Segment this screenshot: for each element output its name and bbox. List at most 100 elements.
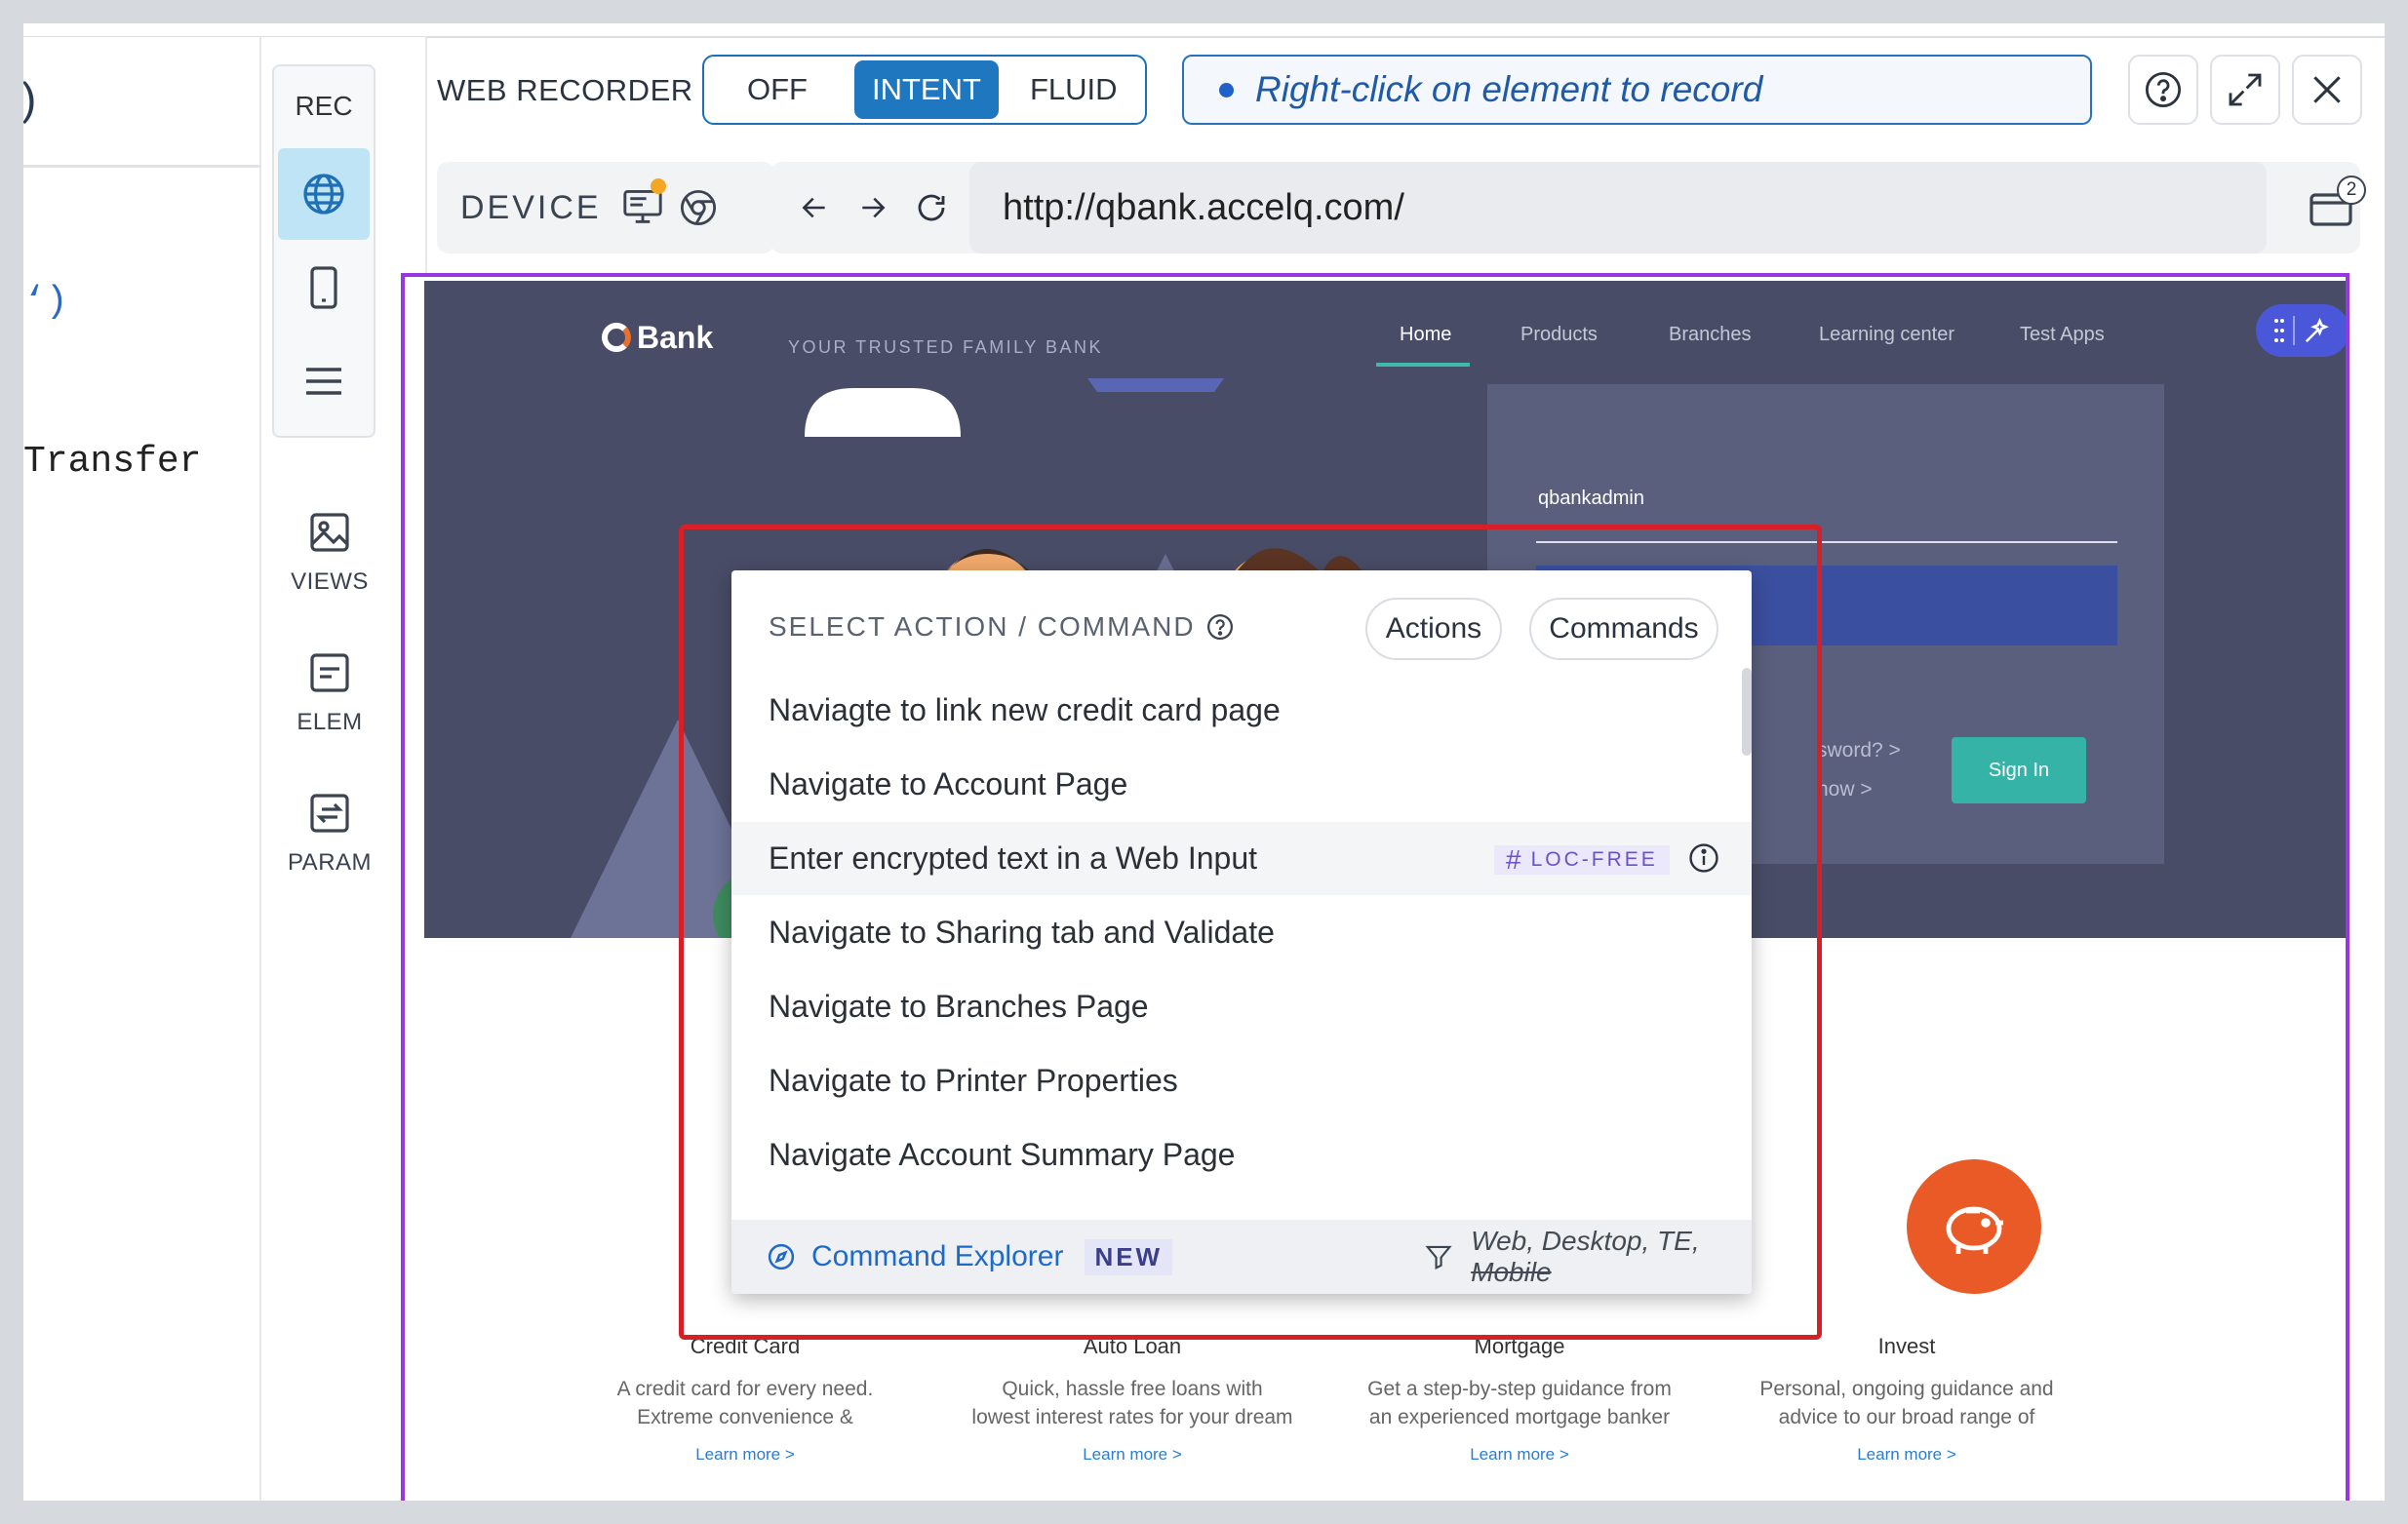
help-icon — [2145, 71, 2182, 108]
actions-filter-button[interactable]: Actions — [1365, 598, 1502, 660]
popup-footer: Command Explorer NEW Web, Desktop, TE, M… — [731, 1220, 1752, 1294]
popup-title: SELECT ACTION / COMMAND — [769, 611, 1196, 642]
help-button[interactable] — [2128, 55, 2198, 125]
new-badge: NEW — [1085, 1238, 1173, 1275]
accelq-extension-widget[interactable] — [2256, 304, 2346, 357]
forward-button[interactable] — [849, 183, 897, 232]
expand-icon — [2229, 73, 2262, 106]
web-mode-button[interactable] — [278, 148, 370, 240]
forgot-password-link[interactable]: sword? > — [1817, 739, 1901, 762]
reload-icon — [918, 194, 945, 221]
command-item[interactable]: Navigate to Sharing tab and Validate — [731, 896, 1752, 969]
device-selector[interactable]: DEVICE — [437, 162, 774, 254]
record-hint-text: Right-click on element to record — [1255, 69, 1763, 109]
command-item[interactable]: Navigate Account Summary Page — [731, 1118, 1752, 1192]
reload-button[interactable] — [907, 183, 956, 232]
command-item[interactable]: Navigate to Branches Page — [731, 970, 1752, 1043]
command-item[interactable]: Naviagte to link new credit card page — [731, 674, 1752, 747]
command-explorer-link[interactable]: Command Explorer — [811, 1240, 1063, 1273]
record-hint-banner: Right-click on element to record — [1182, 55, 2092, 125]
views-label: VIEWS — [291, 568, 369, 595]
mode-off[interactable]: OFF — [730, 60, 825, 119]
feature-description: Quick, hassle free loans with lowest int… — [971, 1378, 1293, 1428]
views-button[interactable]: VIEWS — [281, 509, 378, 596]
feature-description: A credit card for every need. Extreme co… — [616, 1378, 874, 1428]
code-editor-panel: ) ‘) Transfer — [23, 37, 261, 1501]
piggy-bank-icon — [1907, 1159, 2041, 1294]
notification-dot — [650, 177, 666, 194]
command-item[interactable]: Navigate to Printer Properties — [731, 1044, 1752, 1117]
learn-more-link[interactable]: Learn more > — [1359, 1445, 1680, 1465]
drag-handle-icon — [2274, 319, 2284, 342]
username-field[interactable]: qbankadmin — [1538, 488, 1644, 510]
chrome-icon[interactable] — [678, 187, 719, 228]
rec-label: REC — [295, 91, 353, 121]
mode-intent[interactable]: INTENT — [854, 60, 999, 119]
compass-icon — [768, 1243, 795, 1270]
elements-button[interactable]: ELEM — [281, 649, 378, 736]
nav-home[interactable]: Home — [1400, 324, 1451, 346]
learn-more-link[interactable]: Learn more > — [1746, 1445, 2068, 1465]
feature-description: Personal, ongoing guidance and advice to… — [1759, 1378, 2054, 1428]
feature-mortgage: Mortgage Get a step-by-step guidance fro… — [1359, 1334, 1680, 1465]
param-label: PARAM — [287, 849, 373, 876]
platform-filter[interactable]: Web, Desktop, TE, Mobile — [1424, 1220, 1752, 1294]
nav-active-underline — [1376, 363, 1470, 367]
menu-button[interactable] — [278, 335, 370, 427]
back-button[interactable] — [790, 183, 839, 232]
code-header-icon: ) — [23, 72, 36, 125]
feature-auto-loan: Auto Loan Quick, hassle free loans with … — [971, 1334, 1293, 1465]
help-icon[interactable] — [1205, 612, 1235, 642]
nav-branches[interactable]: Branches — [1669, 324, 1752, 346]
tab-count-badge: 2 — [2337, 176, 2366, 205]
close-button[interactable] — [2292, 55, 2362, 125]
tabs-button[interactable]: 2 — [2308, 176, 2366, 236]
image-icon — [310, 513, 349, 552]
bank-tagline: YOUR TRUSTED FAMILY BANK — [788, 337, 1104, 357]
code-line: ‘) — [23, 281, 68, 323]
url-input[interactable]: http://qbank.accelq.com/ — [969, 162, 2267, 254]
sign-in-button[interactable]: Sign In — [1952, 737, 2086, 803]
web-recorder-title: WEB RECORDER — [437, 73, 693, 107]
phone-icon — [310, 266, 337, 309]
platform-list: Web, Desktop, TE, — [1471, 1226, 1700, 1256]
platform-disabled: Mobile — [1471, 1257, 1552, 1287]
feature-description: Get a step-by-step guidance from an expe… — [1367, 1378, 1672, 1428]
parameters-button[interactable]: PARAM — [281, 790, 378, 877]
commands-filter-button[interactable]: Commands — [1529, 598, 1718, 660]
info-icon[interactable] — [1687, 841, 1720, 875]
device-label: DEVICE — [460, 188, 602, 226]
recorder-mode-toggle: OFF INTENT FLUID — [702, 55, 1147, 125]
feature-credit-card: Credit Card A credit card for every need… — [584, 1334, 906, 1465]
mode-fluid[interactable]: FLUID — [1012, 60, 1135, 119]
hash-icon: # — [1506, 844, 1521, 875]
elem-label: ELEM — [296, 709, 363, 735]
mobile-mode-button[interactable] — [278, 242, 370, 333]
arrow-right-icon — [862, 197, 886, 218]
loc-free-badge: # LOC-FREE — [1494, 844, 1670, 875]
filter-icon — [1425, 1245, 1452, 1270]
swap-icon — [310, 794, 349, 833]
command-item[interactable]: Navigate to Account Page — [731, 748, 1752, 821]
app-window: ) ‘) Transfer REC VIEWS ELEM PARAM WEB R… — [23, 23, 2385, 1501]
command-item-highlighted[interactable]: Enter encrypted text in a Web Input # LO… — [731, 822, 1752, 895]
globe-icon — [303, 174, 344, 215]
learn-more-link[interactable]: Learn more > — [971, 1445, 1293, 1465]
desktop-icon — [621, 177, 666, 230]
element-icon — [310, 653, 349, 692]
magic-wand-icon — [2305, 317, 2329, 343]
register-link[interactable]: now > — [1817, 778, 1873, 801]
bank-logo[interactable]: Bank — [602, 320, 713, 356]
code-line: Transfer — [23, 441, 202, 483]
feature-invest: Invest Personal, ongoing guidance and ad… — [1746, 1334, 2068, 1465]
learn-more-link[interactable]: Learn more > — [584, 1445, 906, 1465]
hint-dot-icon — [1219, 82, 1234, 98]
close-icon — [2313, 76, 2341, 103]
expand-button[interactable] — [2210, 55, 2280, 125]
code-editor-header: ) — [23, 37, 261, 168]
nav-products[interactable]: Products — [1520, 324, 1598, 346]
widget-divider — [2293, 316, 2295, 345]
browser-nav-bar: http://qbank.accelq.com/ 2 — [770, 162, 2366, 254]
nav-learning-center[interactable]: Learning center — [1819, 324, 1954, 346]
nav-test-apps[interactable]: Test Apps — [2020, 324, 2105, 346]
